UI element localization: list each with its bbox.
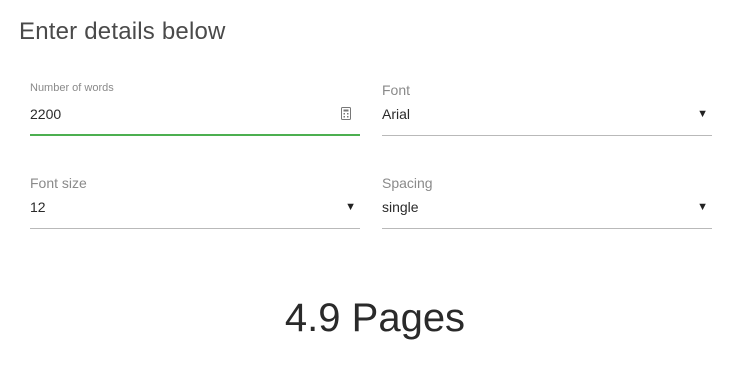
font-size-label: Font size: [30, 175, 87, 191]
calculator-icon[interactable]: [341, 107, 351, 120]
number-of-words-label: Number of words: [30, 82, 114, 94]
triangle-down-icon[interactable]: ▼: [697, 201, 708, 213]
page-title: Enter details below: [19, 18, 226, 45]
page-count-result: 4.9 Pages: [284, 296, 466, 340]
triangle-down-icon[interactable]: ▼: [345, 201, 356, 213]
number-of-words-input[interactable]: [30, 106, 320, 122]
number-of-words-field[interactable]: Number of words: [30, 80, 360, 140]
triangle-down-icon[interactable]: ▼: [697, 108, 708, 120]
spacing-select[interactable]: Spacing single ▼: [382, 173, 712, 233]
number-of-words-underline: [30, 134, 360, 136]
font-size-value[interactable]: 12: [30, 199, 320, 215]
font-size-select[interactable]: Font size 12 ▼: [30, 173, 360, 233]
spacing-underline: [382, 228, 712, 229]
font-select[interactable]: Font Arial ▼: [382, 80, 712, 140]
font-value[interactable]: Arial: [382, 106, 672, 122]
font-label: Font: [382, 82, 411, 98]
font-underline: [382, 135, 712, 136]
spacing-label: Spacing: [382, 175, 433, 191]
spacing-value[interactable]: single: [382, 199, 672, 215]
font-size-underline: [30, 228, 360, 229]
